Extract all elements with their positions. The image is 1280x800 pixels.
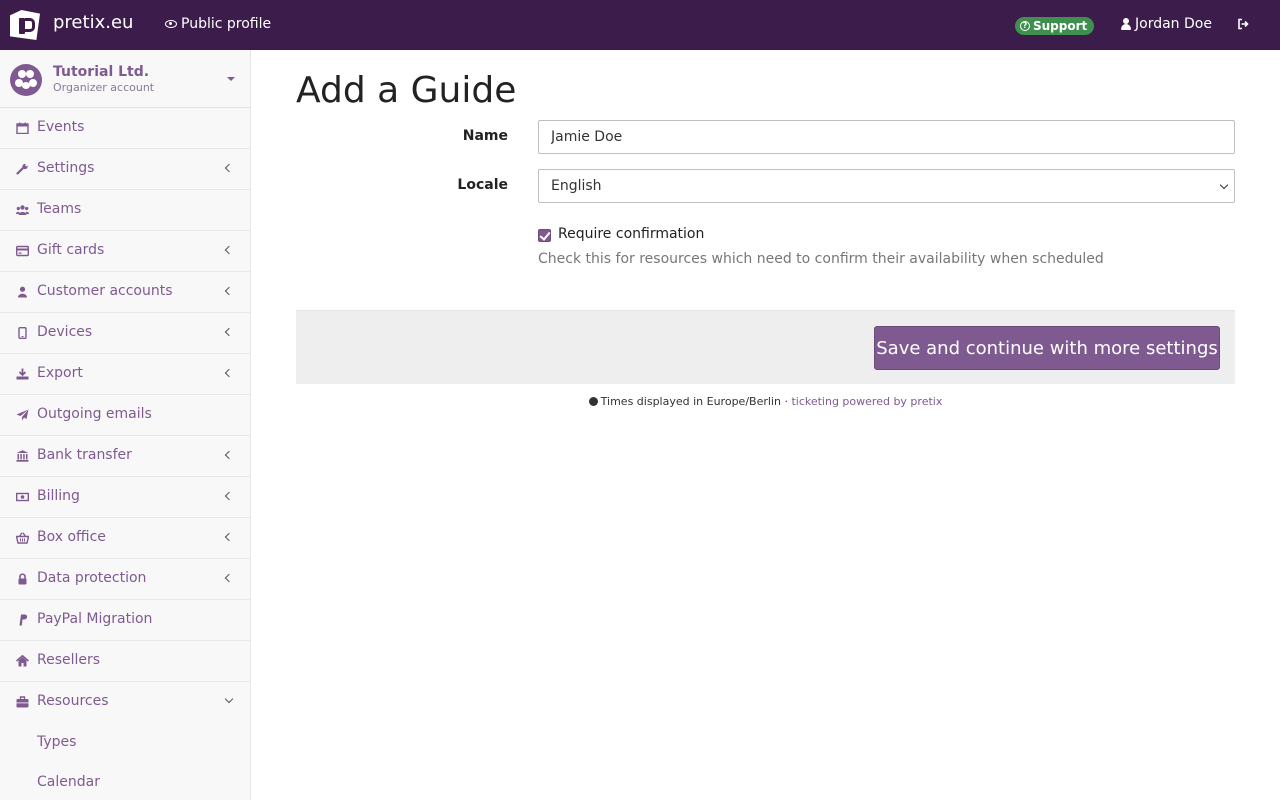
sidebar-subitem-label: Calendar xyxy=(37,774,100,790)
wrench-icon xyxy=(16,163,28,175)
locale-select[interactable]: English xyxy=(538,169,1235,203)
sidebar-item-gift-cards[interactable]: Gift cards xyxy=(0,231,250,272)
sidebar-item-label: PayPal Migration xyxy=(37,611,153,627)
save-continue-button[interactable]: Save and continue with more settings xyxy=(874,326,1220,370)
caret-down-icon xyxy=(227,77,235,81)
user-icon xyxy=(18,286,27,298)
name-input[interactable] xyxy=(538,120,1235,154)
name-label: Name xyxy=(462,128,508,144)
sidebar-item-billing[interactable]: Billing xyxy=(0,477,250,518)
chevron-down-icon xyxy=(224,694,234,704)
form-actions: Save and continue with more settings xyxy=(296,310,1235,384)
group-icon xyxy=(16,205,29,215)
sidebar: Tutorial Ltd. Organizer account Events S… xyxy=(0,50,251,800)
brand-link[interactable]: pretix.eu xyxy=(10,10,133,40)
user-icon xyxy=(1121,18,1131,30)
organizer-subtitle: Organizer account xyxy=(53,81,155,94)
question-circle-icon: ? xyxy=(1020,21,1030,31)
bank-icon xyxy=(16,450,29,462)
sidebar-item-label: Outgoing emails xyxy=(37,406,152,422)
page-title: Add a Guide xyxy=(296,70,517,111)
download-icon xyxy=(16,368,29,380)
top-navbar: pretix.eu Public profile ? Support Jorda… xyxy=(0,0,1280,50)
locale-selected-value: English xyxy=(551,178,602,194)
page-footer: Times displayed in Europe/Berlin · ticke… xyxy=(296,395,1235,408)
user-name: Jordan Doe xyxy=(1135,16,1212,32)
user-menu-link[interactable]: Jordan Doe xyxy=(1121,16,1212,32)
chevron-left-icon xyxy=(224,532,234,542)
public-profile-label: Public profile xyxy=(181,16,272,32)
sidebar-item-label: Settings xyxy=(37,160,95,176)
sidebar-item-resources[interactable]: Resources xyxy=(0,682,250,723)
sidebar-item-paypal-migration[interactable]: PayPal Migration xyxy=(0,600,250,641)
globe-icon xyxy=(588,397,598,406)
pretix-logo-icon xyxy=(10,10,40,40)
sidebar-item-outgoing-emails[interactable]: Outgoing emails xyxy=(0,395,250,436)
sidebar-subitem-calendar[interactable]: Calendar xyxy=(0,763,250,800)
support-label: Support xyxy=(1033,19,1088,33)
sidebar-item-bank-transfer[interactable]: Bank transfer xyxy=(0,436,250,477)
chevron-left-icon xyxy=(224,368,234,378)
sidebar-item-label: Devices xyxy=(37,324,93,340)
chevron-left-icon xyxy=(224,450,234,460)
chevron-left-icon xyxy=(224,245,234,255)
sidebar-item-data-protection[interactable]: Data protection xyxy=(0,559,250,600)
sidebar-item-events[interactable]: Events xyxy=(0,108,250,149)
organizer-switcher[interactable]: Tutorial Ltd. Organizer account xyxy=(0,50,250,108)
sidebar-item-export[interactable]: Export xyxy=(0,354,250,395)
credit-card-icon xyxy=(16,245,29,257)
lock-icon xyxy=(18,573,27,585)
organizer-name: Tutorial Ltd. xyxy=(53,64,150,80)
basket-icon xyxy=(16,532,29,544)
locale-label: Locale xyxy=(457,177,508,193)
support-button[interactable]: ? Support xyxy=(1015,17,1095,35)
sidebar-item-label: Bank transfer xyxy=(37,447,132,463)
sidebar-item-label: Events xyxy=(37,119,85,135)
require-confirmation-help: Check this for resources which need to c… xyxy=(538,251,1104,267)
sidebar-subitem-label: Types xyxy=(37,734,77,750)
chevron-left-icon xyxy=(224,327,234,337)
brand-name: pretix.eu xyxy=(53,12,134,33)
eye-icon xyxy=(165,20,177,28)
sidebar-item-customer-accounts[interactable]: Customer accounts xyxy=(0,272,250,313)
timezone-note: Times displayed in Europe/Berlin xyxy=(600,395,781,408)
home-icon xyxy=(16,655,29,667)
briefcase-icon xyxy=(16,696,29,708)
sidebar-item-label: Resources xyxy=(37,693,109,709)
footer-separator: · xyxy=(784,395,788,408)
sidebar-item-settings[interactable]: Settings xyxy=(0,149,250,190)
sidebar-item-label: Teams xyxy=(37,201,82,217)
chevron-left-icon xyxy=(224,491,234,501)
sidebar-item-box-office[interactable]: Box office xyxy=(0,518,250,559)
sidebar-item-label: Export xyxy=(37,365,83,381)
sidebar-item-label: Customer accounts xyxy=(37,283,173,299)
chevron-left-icon xyxy=(224,163,234,173)
public-profile-link[interactable]: Public profile xyxy=(165,16,271,32)
sidebar-item-devices[interactable]: Devices xyxy=(0,313,250,354)
sidebar-item-label: Gift cards xyxy=(37,242,105,258)
chevron-left-icon xyxy=(224,573,234,583)
sidebar-subitem-types[interactable]: Types xyxy=(0,723,250,763)
money-icon xyxy=(16,492,29,502)
chevron-down-icon xyxy=(1219,180,1229,190)
powered-by-link[interactable]: ticketing powered by pretix xyxy=(791,395,942,408)
paypal-icon xyxy=(19,614,28,626)
chevron-left-icon xyxy=(224,286,234,296)
sidebar-item-resellers[interactable]: Resellers xyxy=(0,641,250,682)
calendar-icon xyxy=(16,122,29,134)
tablet-icon xyxy=(18,327,27,339)
require-confirmation-checkbox[interactable] xyxy=(538,229,551,242)
sidebar-item-label: Billing xyxy=(37,488,80,504)
sidebar-item-teams[interactable]: Teams xyxy=(0,190,250,231)
logout-icon[interactable] xyxy=(1237,18,1249,30)
organizer-avatar-icon xyxy=(10,64,42,96)
sidebar-item-label: Data protection xyxy=(37,570,147,586)
sidebar-item-label: Resellers xyxy=(37,652,101,668)
sidebar-item-label: Box office xyxy=(37,529,106,545)
paper-plane-icon xyxy=(16,409,29,421)
require-confirmation-label[interactable]: Require confirmation xyxy=(558,226,704,242)
